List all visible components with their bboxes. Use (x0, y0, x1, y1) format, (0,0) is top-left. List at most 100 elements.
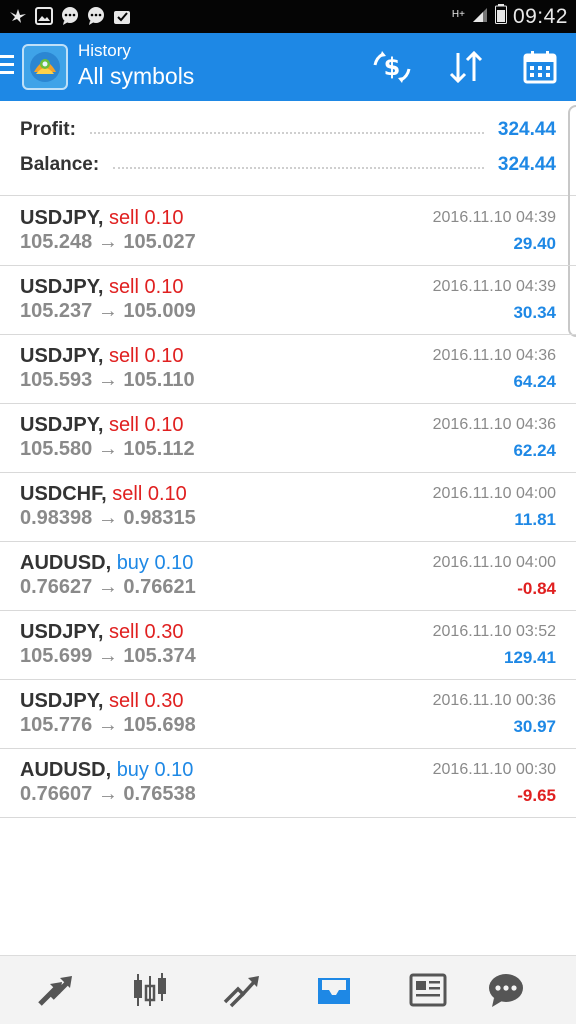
system-status: H+ 09:42 (452, 4, 568, 30)
inbox-check-notification-icon (112, 6, 132, 26)
deal-title: USDJPY, sell 0.10 (20, 276, 183, 299)
deal-prices: 105.248 → 105.027 (20, 231, 196, 254)
deal-volume: 0.10 (144, 414, 184, 436)
dotted-leader (89, 132, 484, 134)
deal-time: 2016.11.10 04:00 (432, 554, 556, 571)
app-bar: History All symbols $ (0, 33, 576, 101)
open-price: 105.580 (20, 438, 93, 460)
deal-prices: 0.76607 → 0.76538 (20, 783, 196, 806)
close-price: 105.110 (123, 369, 195, 391)
dotted-leader (113, 167, 484, 169)
deal-symbol: USDJPY (20, 207, 98, 229)
deal-symbol: USDJPY (20, 621, 98, 643)
deal-row[interactable]: AUDUSD, buy 0.10 0.76607 → 0.76538 2016.11… (0, 749, 576, 818)
close-price: 105.027 (123, 231, 196, 253)
chat-icon[interactable] (484, 968, 528, 1012)
deal-time: 2016.11.10 04:36 (432, 416, 556, 433)
arrow-right-icon: → (92, 645, 124, 667)
separator: , (97, 414, 109, 436)
deal-side: sell (108, 207, 139, 229)
open-price: 0.98398 (20, 507, 93, 529)
arrow-right-icon: → (92, 507, 124, 529)
arrow-right-icon: → (92, 783, 124, 805)
deal-volume: 0.10 (144, 207, 184, 229)
status-bar: H+ 09:42 (0, 0, 576, 33)
separator: , (97, 621, 109, 643)
deal-profit: 11.81 (514, 510, 556, 529)
open-price: 105.593 (20, 369, 93, 391)
deal-symbol: USDCHF (20, 483, 102, 505)
deal-prices: 105.580 → 105.112 (20, 438, 195, 461)
deal-volume: 0.10 (147, 483, 187, 505)
separator: , (97, 207, 109, 229)
notification-icons (8, 6, 132, 26)
symbol-filter-label[interactable]: All symbols (78, 61, 194, 91)
deal-row[interactable]: USDJPY, sell 0.30 105.776 → 105.698 2016.1… (0, 680, 576, 749)
deal-volume: 0.10 (144, 345, 184, 367)
deal-row[interactable]: USDJPY, sell 0.30 105.699 → 105.374 2016.1… (0, 611, 576, 680)
deal-symbol: USDJPY (20, 414, 98, 436)
bird-notification-icon (8, 6, 28, 26)
balance-value: 324.44 (497, 154, 556, 175)
metatrader-logo-icon[interactable] (22, 44, 68, 90)
deal-row[interactable]: AUDUSD, buy 0.10 0.76627 → 0.76621 2016.11… (0, 542, 576, 611)
deal-side: sell (108, 414, 139, 436)
open-price: 0.76627 (20, 576, 93, 598)
deal-prices: 105.593 → 105.110 (20, 369, 195, 392)
deal-profit: 62.24 (513, 441, 556, 460)
arrow-right-icon: → (92, 576, 124, 598)
deal-title: AUDUSD, buy 0.10 (20, 759, 193, 782)
signal-icon (471, 5, 489, 29)
separator: , (101, 483, 113, 505)
deal-row[interactable]: USDCHF, sell 0.10 0.98398 → 0.98315 2016.1… (0, 473, 576, 542)
close-price: 0.76621 (123, 576, 196, 598)
screen-title: History (78, 41, 131, 60)
deal-profit: 30.97 (513, 717, 556, 736)
deal-title: AUDUSD, buy 0.10 (20, 552, 193, 575)
arrow-right-icon: → (92, 438, 124, 460)
deal-prices: 105.699 → 105.374 (20, 645, 196, 668)
deal-prices: 105.237 → 105.009 (20, 300, 196, 323)
deal-row[interactable]: USDJPY, sell 0.10 105.248 → 105.027 2016.1… (0, 197, 576, 266)
deal-profit: 129.41 (504, 648, 556, 667)
account-summary: Profit: 324.44 Balance: 324.44 (0, 101, 576, 196)
deal-title: USDCHF, sell 0.10 (20, 483, 187, 506)
app-title: History All symbols (78, 41, 194, 91)
deal-prices: 105.776 → 105.698 (20, 714, 196, 737)
sort-icon[interactable] (446, 47, 486, 87)
svg-text:$: $ (384, 53, 401, 81)
deal-time: 2016.11.10 04:36 (432, 347, 556, 364)
deal-symbol: USDJPY (20, 276, 98, 298)
deal-profit: 64.24 (513, 372, 556, 391)
quotes-icon[interactable] (34, 968, 78, 1012)
separator: , (97, 690, 109, 712)
deal-time: 2016.11.10 04:00 (432, 485, 556, 502)
deal-volume: 0.10 (154, 552, 194, 574)
deal-time: 2016.11.10 04:39 (432, 209, 556, 226)
separator: , (105, 759, 117, 781)
deal-volume: 0.10 (144, 276, 184, 298)
battery-icon (494, 4, 507, 30)
deal-row[interactable]: USDJPY, sell 0.10 105.593 → 105.110 2016.1… (0, 335, 576, 404)
deal-side: sell (108, 621, 139, 643)
news-icon[interactable] (406, 968, 450, 1012)
trade-icon[interactable] (220, 968, 264, 1012)
clock: 09:42 (512, 5, 568, 28)
open-price: 105.237 (20, 300, 93, 322)
deposit-withdrawal-icon[interactable]: $ (372, 47, 412, 87)
deal-prices: 0.76627 → 0.76621 (20, 576, 196, 599)
gallery-notification-icon (34, 6, 54, 26)
calendar-icon[interactable] (520, 47, 560, 87)
menu-icon[interactable] (0, 55, 14, 79)
deal-row[interactable]: USDJPY, sell 0.10 105.237 → 105.009 2016.1… (0, 266, 576, 335)
close-price: 105.009 (123, 300, 196, 322)
chart-icon[interactable] (128, 968, 172, 1012)
deal-volume: 0.30 (144, 690, 184, 712)
deal-profit: 29.40 (513, 234, 556, 253)
deal-title: USDJPY, sell 0.10 (20, 345, 183, 368)
deal-symbol: AUDUSD (20, 759, 106, 781)
deal-title: USDJPY, sell 0.10 (20, 207, 183, 230)
history-icon[interactable] (312, 968, 356, 1012)
close-price: 105.374 (123, 645, 196, 667)
deal-row[interactable]: USDJPY, sell 0.10 105.580 → 105.112 2016.1… (0, 404, 576, 473)
